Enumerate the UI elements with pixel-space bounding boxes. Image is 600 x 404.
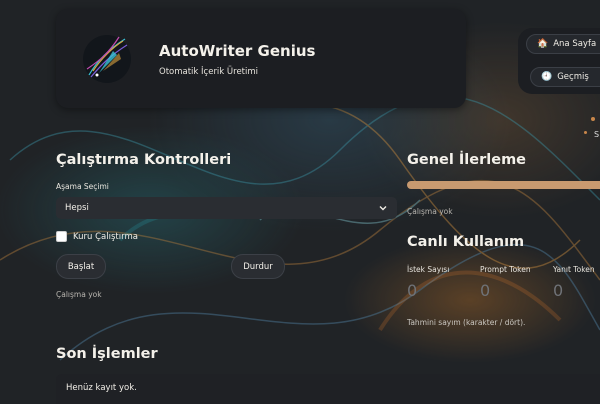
progress-status-text: Çalışma yok xyxy=(407,207,453,216)
history-nav-label: Geçmiş xyxy=(557,72,589,82)
stage-select-label: Aşama Seçimi xyxy=(56,182,109,191)
quill-pen-logo-icon xyxy=(83,35,131,83)
decorative-dot xyxy=(591,117,595,121)
request-count-value: 0 xyxy=(407,281,418,300)
recent-empty-text: Henüz kayıt yok. xyxy=(66,383,137,393)
prompt-token-label: Prompt Token xyxy=(480,265,531,274)
clipped-nav-text: S xyxy=(594,130,600,139)
dry-run-label: Kuru Çalıştırma xyxy=(73,231,138,242)
stop-button[interactable]: Durdur xyxy=(231,254,285,279)
dry-run-toggle[interactable]: Kuru Çalıştırma xyxy=(56,231,138,242)
house-icon: 🏠 xyxy=(537,39,549,49)
app-title: AutoWriter Genius xyxy=(159,42,316,60)
live-usage-title: Canlı Kullanım xyxy=(407,234,525,250)
recent-actions-title: Son İşlemler xyxy=(56,346,158,362)
decorative-dot xyxy=(584,131,587,134)
chevron-down-icon xyxy=(379,206,387,211)
response-token-label: Yanıt Token xyxy=(553,265,595,274)
stage-select-value: Hepsi xyxy=(65,203,89,213)
request-count-label: İstek Sayısı xyxy=(407,265,450,274)
usage-estimate-note: Tahmini sayım (karakter / dört). xyxy=(407,318,526,327)
history-nav-button[interactable]: 🕘 Geçmiş xyxy=(530,67,600,87)
clock-icon: 🕘 xyxy=(541,72,553,82)
home-nav-label: Ana Sayfa xyxy=(553,39,597,49)
overall-progress-bar xyxy=(407,181,600,189)
prompt-token-value: 0 xyxy=(480,281,491,300)
stage-select[interactable]: Hepsi xyxy=(56,197,397,219)
run-controls-title: Çalıştırma Kontrolleri xyxy=(56,152,232,168)
overall-progress-fill xyxy=(407,181,600,189)
home-nav-button[interactable]: 🏠 Ana Sayfa xyxy=(526,34,600,54)
response-token-value: 0 xyxy=(553,281,564,300)
app-subtitle: Otomatik İçerik Üretimi xyxy=(159,67,259,77)
start-button[interactable]: Başlat xyxy=(56,254,106,279)
dry-run-checkbox[interactable] xyxy=(56,231,67,242)
run-status-text: Çalışma yok xyxy=(56,290,102,299)
overall-progress-title: Genel İlerleme xyxy=(407,152,527,168)
